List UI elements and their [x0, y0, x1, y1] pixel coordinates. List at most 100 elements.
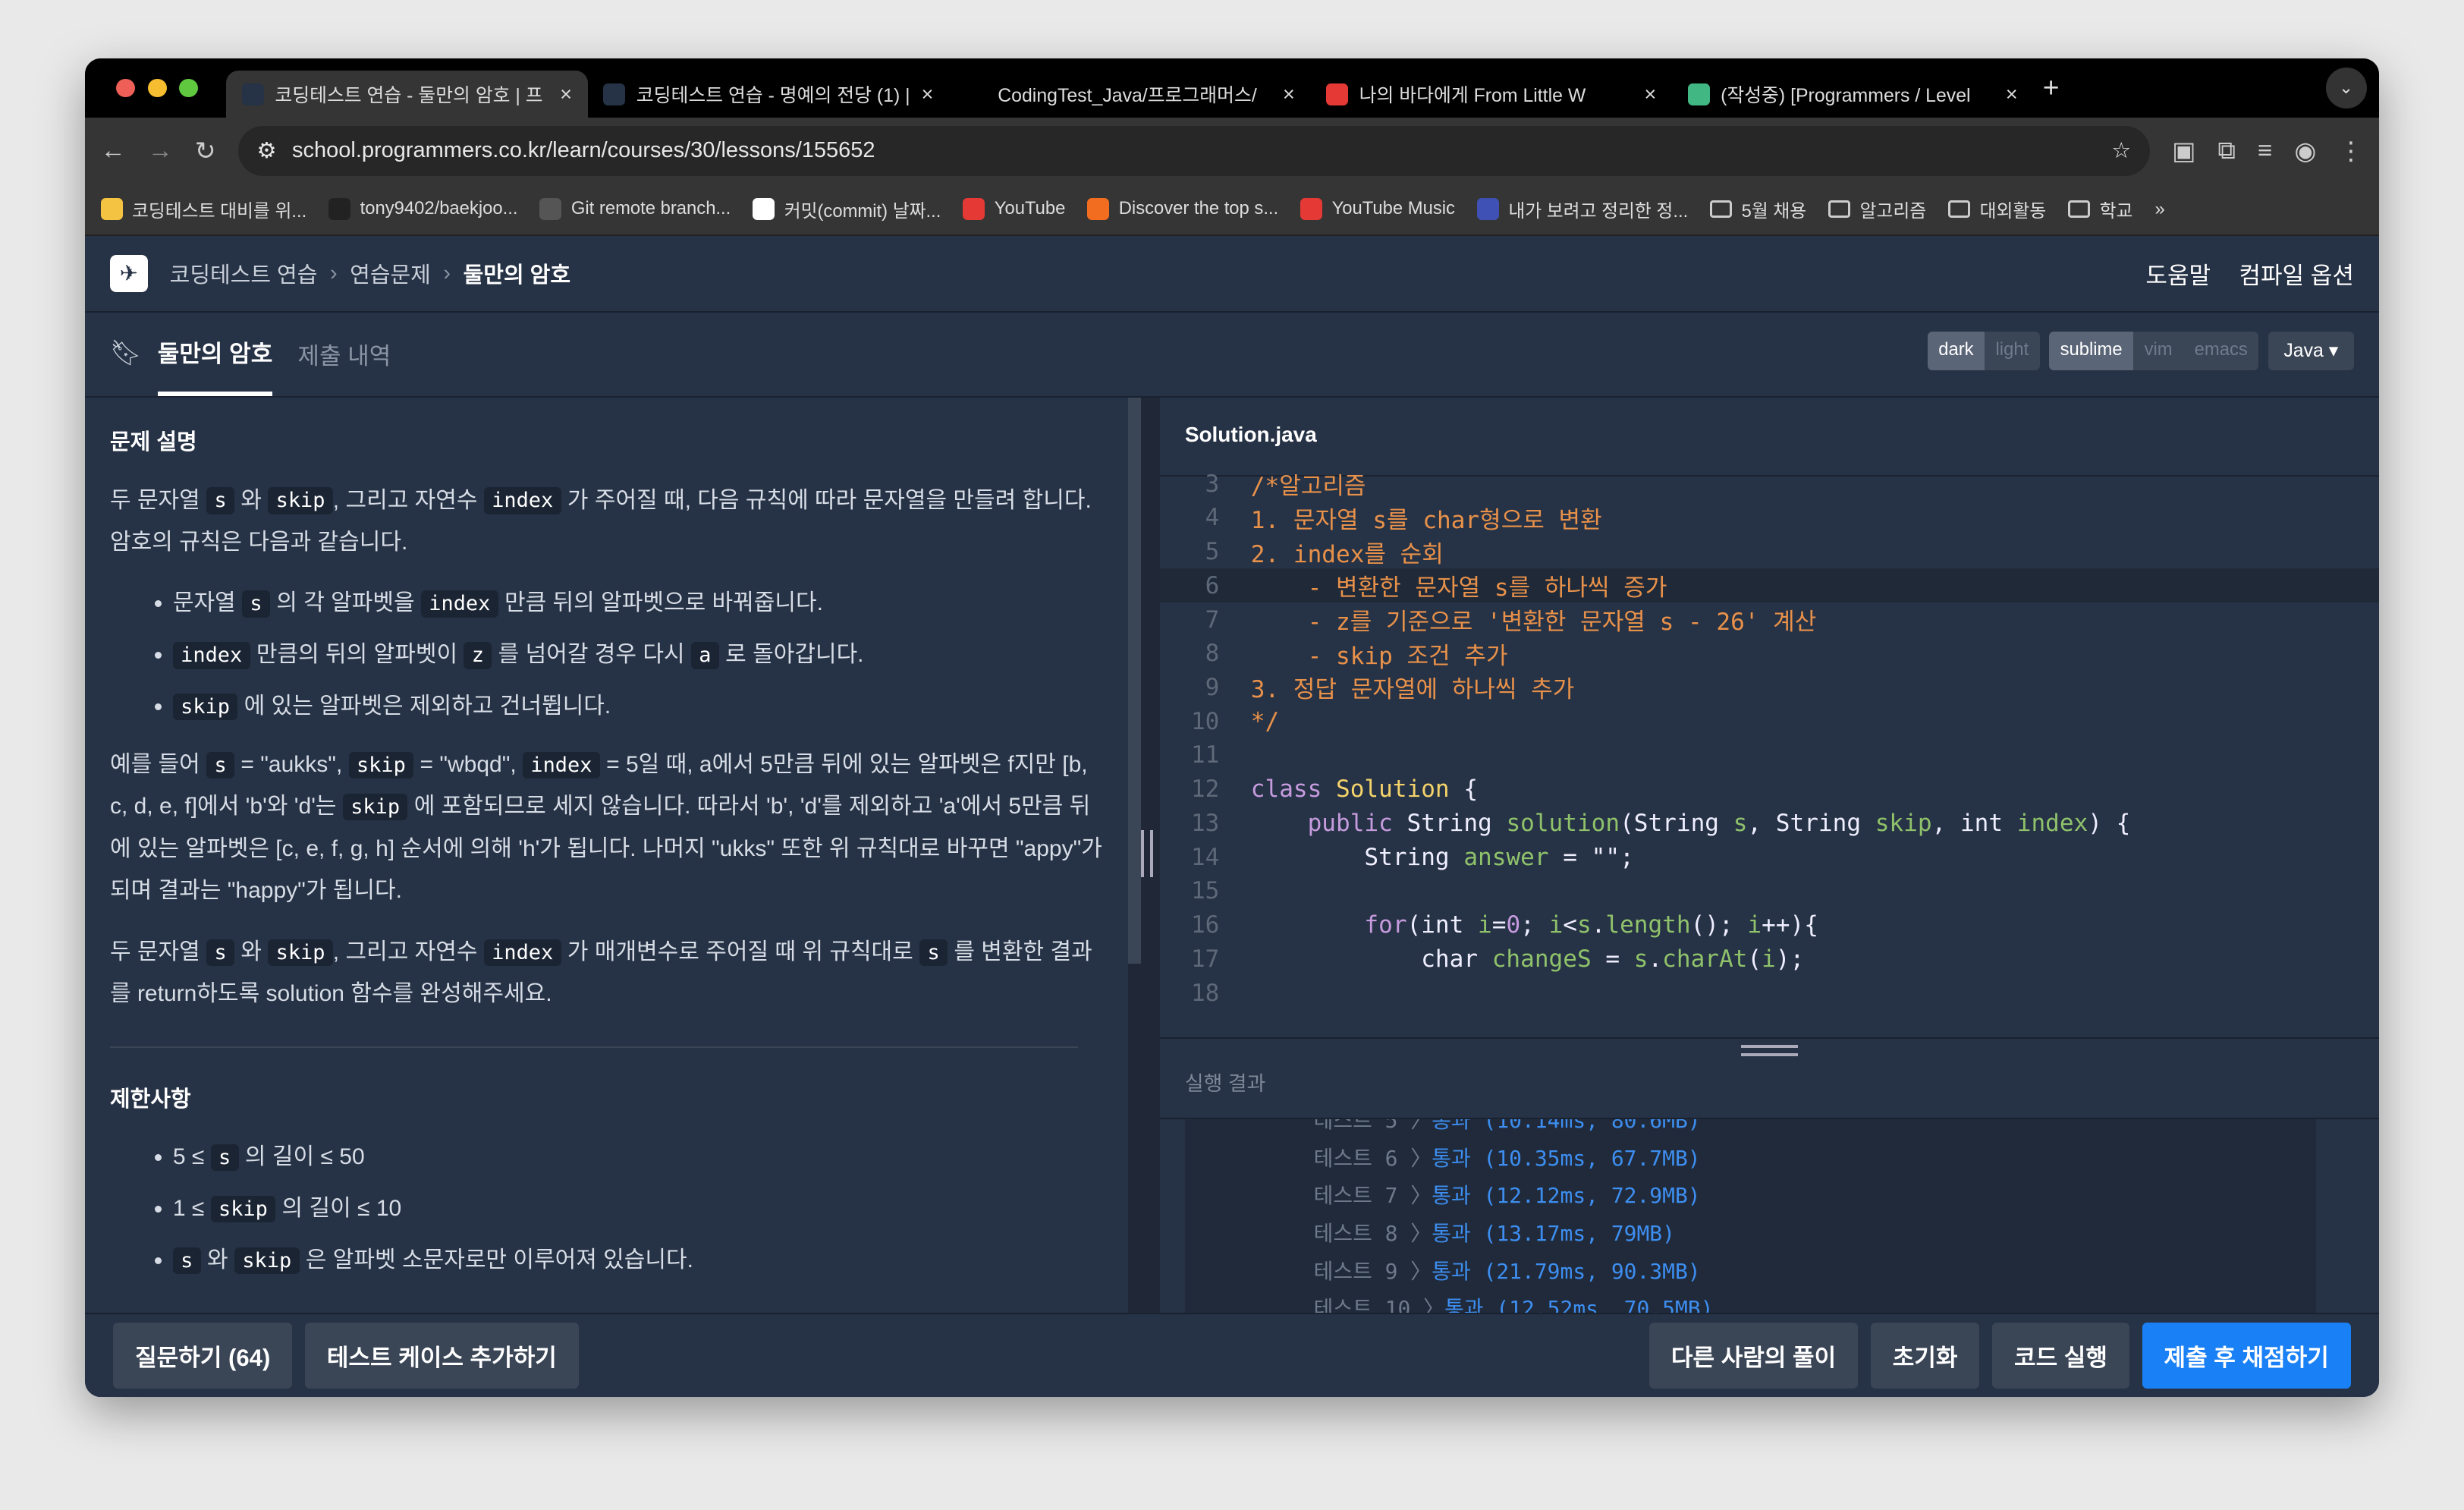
keymap-vim[interactable]: vim	[2133, 332, 2183, 370]
bookmark-item[interactable]: 내가 보려고 정리한 정...	[1476, 196, 1688, 222]
site-info-icon[interactable]: ⚙	[256, 137, 276, 164]
keymap-sublime[interactable]: sublime	[2049, 332, 2134, 370]
tab-close-icon[interactable]: ×	[560, 83, 572, 106]
menu-icon[interactable]: ⋮	[2338, 136, 2363, 166]
code-text: public String solution(String s, String …	[1307, 809, 2131, 837]
bookmark-item[interactable]: 코딩테스트 대비를 위...	[100, 196, 306, 222]
bookmark-star-icon[interactable]: ☆	[2111, 137, 2131, 164]
extension-icon[interactable]: ▣	[2172, 136, 2195, 166]
address-bar[interactable]: ⚙ school.programmers.co.kr/learn/courses…	[237, 125, 2151, 176]
bookmark-folder[interactable]: 대외활동	[1948, 196, 2046, 222]
tab-close-icon[interactable]: ×	[1644, 83, 1656, 106]
code-line[interactable]: 6 - 변환한 문자열 s를 하나씩 증가	[1159, 568, 2380, 603]
result-row: 테스트 7 〉 통과 (12.12ms, 72.9MB)	[1185, 1175, 2316, 1213]
browser-tab[interactable]: 코딩테스트 연습 - 명예의 전당 (1) | ×	[588, 71, 949, 118]
bookmark-label: Discover the top s...	[1118, 198, 1279, 219]
code-editor[interactable]: 3 /*알고리즘 4 1. 문자열 s를 char형으로 변환 5 2. index를 순…	[1159, 467, 2380, 1024]
tab-close-icon[interactable]: ×	[2006, 83, 2018, 106]
left-scrollbar[interactable]	[1128, 398, 1141, 964]
breadcrumb-item[interactable]: 코딩테스트 연습	[170, 257, 318, 289]
language-select[interactable]: Java ▾	[2268, 332, 2354, 370]
splitter-handle[interactable]	[1140, 829, 1154, 877]
browser-tab[interactable]: 나의 바다에게 From Little W ×	[1310, 71, 1671, 118]
browser-tab[interactable]: 코딩테스트 연습 - 둘만의 암호 | 프 ×	[226, 71, 588, 118]
bookmark-item[interactable]: 커밋(commit) 날짜...	[753, 196, 941, 222]
add-testcase-button[interactable]: 테스트 케이스 추가하기	[304, 1323, 579, 1389]
code-line[interactable]: 8 - skip 조건 추가	[1160, 637, 2379, 671]
keymap-emacs[interactable]: emacs	[2183, 332, 2258, 370]
text: 두 문자열	[109, 487, 207, 513]
more-bookmarks-icon[interactable]: »	[2154, 199, 2164, 220]
text: 와	[234, 939, 269, 964]
url-text[interactable]: school.programmers.co.kr/learn/courses/3…	[292, 138, 2096, 163]
inline-code: s	[206, 487, 235, 514]
bookmark-item[interactable]: YouTube	[963, 198, 1065, 220]
tab-search-button[interactable]: ⌄	[2325, 68, 2367, 109]
browser-tab[interactable]: (작성중) [Programmers / Level ×	[1672, 71, 2033, 118]
bookmark-item[interactable]: YouTube Music	[1300, 198, 1455, 220]
line-number: 7	[1205, 606, 1220, 634]
code-text: 1. 문자열 s를 char형으로 변환	[1250, 506, 1602, 534]
resize-handle[interactable]	[1741, 1045, 1798, 1056]
code-line[interactable]: 14 String answer = "";	[1160, 840, 2379, 874]
bookmark-folder[interactable]: 학교	[2068, 196, 2132, 222]
bookmark-item[interactable]: Git remote branch...	[539, 198, 731, 220]
bookmark-folder[interactable]: 알고리즘	[1828, 196, 1926, 222]
code-line[interactable]: 16 for(int i=0; i<s.length(); i++){	[1160, 908, 2379, 942]
run-code-button[interactable]: 코드 실행	[1992, 1323, 2129, 1389]
code-line[interactable]: 7 - z를 기준으로 '변환한 문자열 s - 26' 계산	[1160, 602, 2379, 637]
breadcrumb-item[interactable]: 연습문제	[350, 257, 431, 289]
help-link[interactable]: 도움말	[2145, 256, 2211, 291]
bookmark-favicon	[1087, 198, 1110, 220]
code-line[interactable]: 5 2. index를 순회	[1160, 535, 2379, 569]
forward-icon[interactable]: →	[148, 137, 173, 165]
profile-avatar[interactable]: ◉	[2294, 136, 2316, 166]
tab-submissions[interactable]: 제출 내역	[297, 311, 391, 396]
programmers-logo[interactable]: ✈	[109, 254, 148, 293]
code-line[interactable]: 15	[1160, 874, 2379, 908]
code-line[interactable]: 12 class Solution {	[1160, 772, 2379, 807]
bookmark-item[interactable]: Discover the top s...	[1087, 198, 1278, 220]
close-window-button[interactable]	[116, 78, 136, 98]
back-icon[interactable]: ←	[101, 137, 126, 165]
minimize-window-button[interactable]	[147, 78, 167, 98]
media-icon[interactable]: ≡	[2258, 137, 2272, 165]
code-line[interactable]: 3 /*알고리즘	[1160, 467, 2379, 501]
results-list: 테스트 5 〉 통과 (10.14ms, 80.6MB) 테스트 6 〉 통과 (10…	[1184, 1118, 2317, 1313]
reset-button[interactable]: 초기화	[1870, 1323, 1980, 1389]
code-line[interactable]: 13 public String solution(String s, Stri…	[1160, 807, 2379, 841]
pane-splitter[interactable]	[1128, 398, 1160, 1313]
ask-question-button[interactable]: 질문하기 (64)	[113, 1323, 293, 1389]
new-tab-button[interactable]: +	[2043, 71, 2060, 104]
task-paragraph: 두 문자열 s 와 skip, 그리고 자연수 index 가 매개변수로 주어…	[110, 931, 1103, 1015]
bookmark-icon[interactable]: 🔖︎	[110, 338, 142, 368]
theme-light[interactable]: light	[1985, 332, 2040, 370]
compile-options-link[interactable]: 컴파일 옵션	[2239, 256, 2354, 291]
maximize-window-button[interactable]	[179, 78, 198, 98]
text: 만큼 뒤의 알파벳으로 바꿔줍니다.	[498, 590, 823, 616]
editor-pane: Solution.java 3 /*알고리즘 4 1. 문자열 s를 char형으로 …	[1159, 398, 2380, 1313]
bookmark-folder[interactable]: 5월 채용	[1710, 196, 1806, 222]
folder-label: 알고리즘	[1859, 201, 1927, 222]
code-line[interactable]: 9 3. 정답 문자열에 하나씩 추가	[1160, 671, 2379, 705]
text: , 그리고 자연수	[332, 487, 484, 513]
others-solutions-button[interactable]: 다른 사람의 풀이	[1648, 1323, 1859, 1389]
submit-button[interactable]: 제출 후 채점하기	[2142, 1323, 2351, 1389]
code-line[interactable]: 17 char changeS = s.charAt(i);	[1160, 942, 2379, 976]
inline-code: s	[242, 590, 270, 618]
tab-problem[interactable]: 둘만의 암호	[157, 311, 273, 396]
bookmark-item[interactable]: tony9402/baekjoo...	[328, 198, 517, 220]
code-line[interactable]: 18	[1160, 976, 2379, 1010]
tab-close-icon[interactable]: ×	[1283, 83, 1295, 106]
reload-icon[interactable]: ↻	[195, 136, 216, 166]
code-line[interactable]: 11	[1160, 738, 2379, 772]
browser-tab[interactable]: CodingTest_Java/프로그래머스/ ×	[949, 71, 1310, 118]
code-line[interactable]: 10 */	[1160, 704, 2379, 738]
code-line[interactable]: 4 1. 문자열 s를 char형으로 변환	[1160, 501, 2379, 535]
tab-title: CodingTest_Java/프로그래머스/	[998, 86, 1257, 107]
tab-close-icon[interactable]: ×	[922, 83, 934, 106]
puzzle-icon[interactable]: ⧉	[2217, 137, 2236, 165]
theme-dark[interactable]: dark	[1927, 332, 1985, 370]
line-number: 12	[1190, 775, 1220, 804]
inline-code: a	[690, 642, 719, 669]
